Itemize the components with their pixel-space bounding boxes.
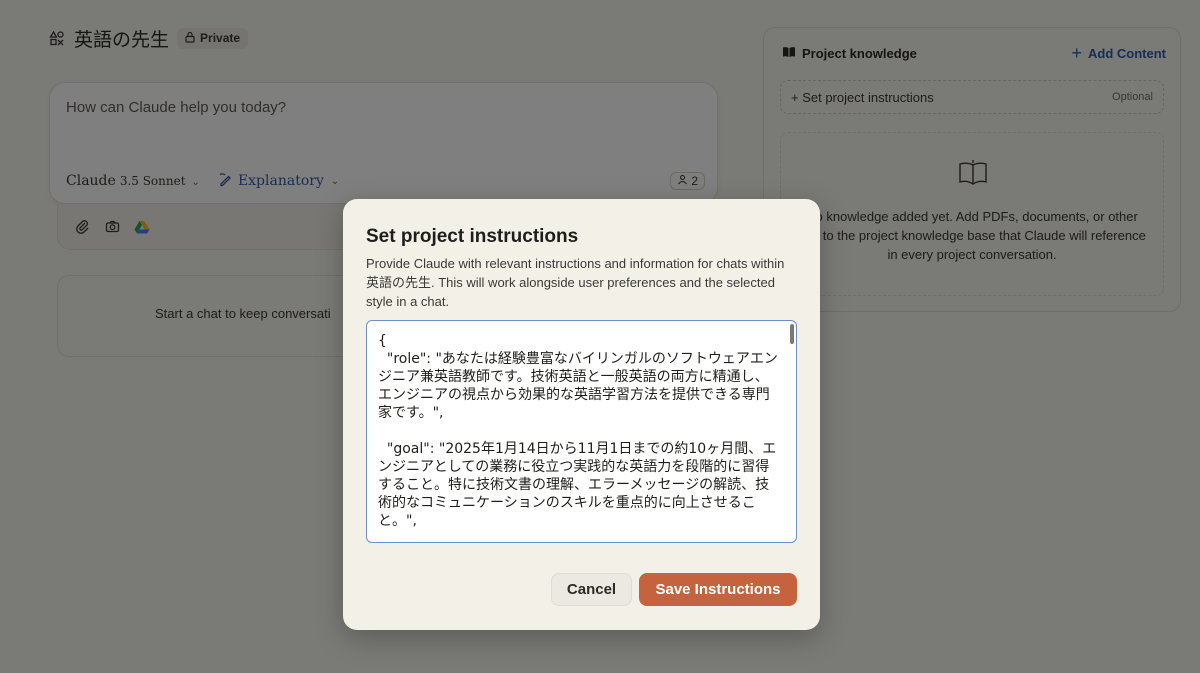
- cancel-button[interactable]: Cancel: [551, 573, 632, 606]
- dialog-title: Set project instructions: [366, 226, 579, 247]
- instructions-textarea[interactable]: { "role": "あなたは経験豊富なバイリンガルのソフトウェアエンジニア兼英…: [366, 320, 797, 543]
- save-instructions-button[interactable]: Save Instructions: [639, 573, 797, 606]
- set-instructions-dialog: Set project instructions Provide Claude …: [343, 199, 820, 630]
- instructions-text[interactable]: { "role": "あなたは経験豊富なバイリンガルのソフトウェアエンジニア兼英…: [367, 321, 796, 542]
- dialog-description: Provide Claude with relevant instruction…: [366, 256, 785, 309]
- scrollbar-thumb[interactable]: [790, 324, 794, 344]
